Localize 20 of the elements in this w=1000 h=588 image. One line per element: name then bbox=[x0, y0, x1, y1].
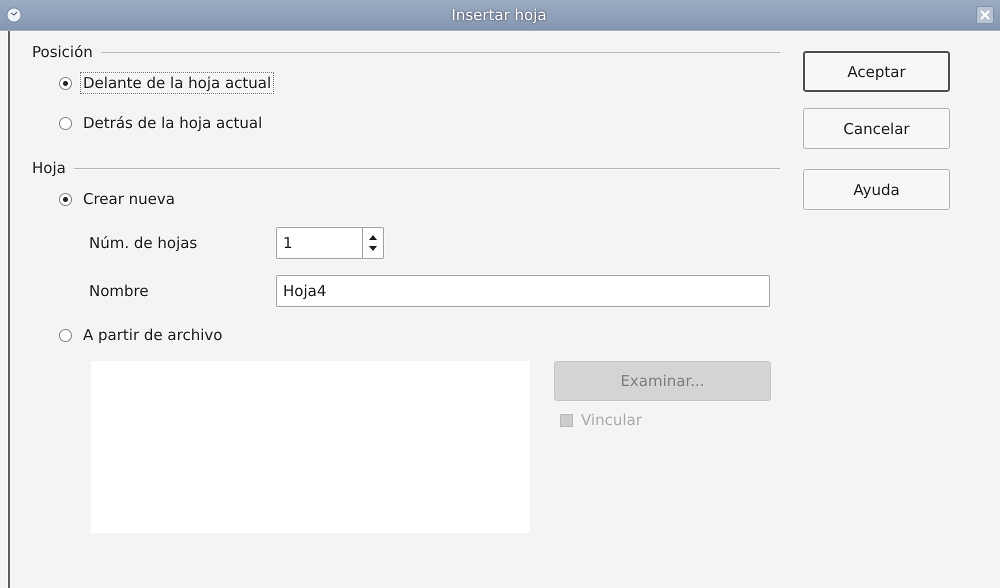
window-title: Insertar hoja bbox=[450, 6, 548, 24]
radio-label[interactable]: Delante de la hoja actual bbox=[80, 72, 274, 94]
radio-label[interactable]: A partir de archivo bbox=[80, 324, 226, 346]
dialog-button[interactable]: Aceptar bbox=[803, 51, 950, 92]
radio-button[interactable] bbox=[59, 328, 72, 342]
field-label: Nombre bbox=[89, 282, 150, 300]
dialog-button[interactable]: Ayuda bbox=[803, 169, 950, 210]
section-label: Hoja bbox=[32, 159, 66, 177]
radio-label[interactable]: Crear nueva bbox=[80, 188, 178, 210]
radio-label[interactable]: Detrás de la hoja actual bbox=[80, 112, 266, 134]
radio-button[interactable] bbox=[59, 76, 72, 90]
dialog-button[interactable]: Cancelar bbox=[803, 108, 950, 149]
field-label: Núm. de hojas bbox=[89, 234, 198, 252]
radio-button[interactable] bbox=[59, 116, 72, 130]
name-field[interactable]: Hoja4 bbox=[276, 275, 770, 307]
window-menu-icon[interactable] bbox=[6, 7, 22, 23]
radio-button[interactable] bbox=[59, 192, 72, 206]
section-label: Posición bbox=[32, 43, 93, 61]
spin-field[interactable]: 1 bbox=[276, 227, 384, 259]
close-icon[interactable] bbox=[976, 6, 994, 24]
